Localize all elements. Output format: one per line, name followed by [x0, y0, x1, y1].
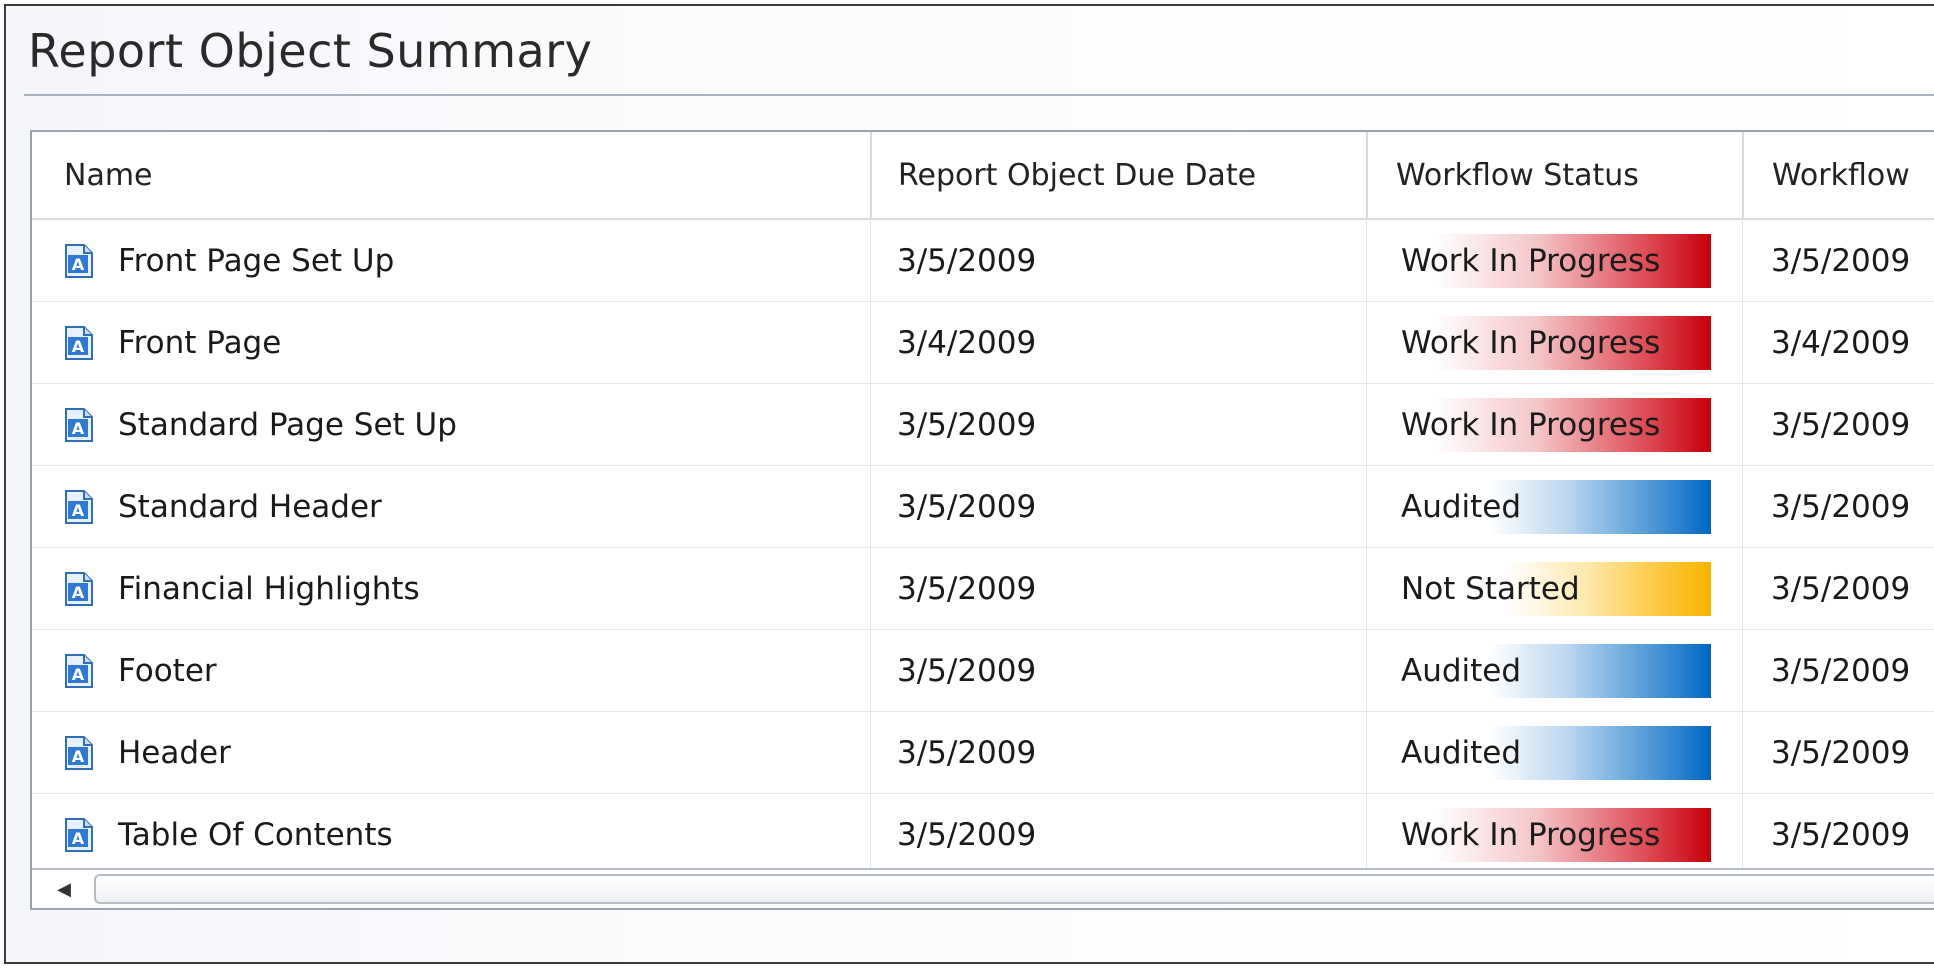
row-name[interactable]: Front Page: [118, 325, 281, 361]
workflow-status-badge: Not Started: [1395, 561, 1711, 616]
table-row[interactable]: A Header 3/5/2009 Audited 3/5/2009: [32, 712, 1934, 794]
svg-text:A: A: [72, 829, 85, 848]
table-row[interactable]: A Standard Page Set Up 3/5/2009 Work In …: [32, 384, 1934, 466]
horizontal-scrollbar[interactable]: ◀: [32, 868, 1934, 908]
row-workflow: 3/5/2009: [1742, 712, 1934, 793]
row-name-cell: A Table Of Contents: [32, 794, 870, 875]
row-due-date: 3/5/2009: [870, 466, 1366, 547]
row-name[interactable]: Header: [118, 735, 231, 771]
grid-header-row: Name Report Object Due Date Workflow Sta…: [32, 132, 1934, 220]
report-document-icon: A: [64, 407, 94, 443]
svg-text:A: A: [72, 665, 85, 684]
row-workflow: 3/4/2009: [1742, 302, 1934, 383]
svg-text:A: A: [72, 747, 85, 766]
report-document-icon: A: [64, 489, 94, 525]
table-row[interactable]: A Front Page 3/4/2009 Work In Progress 3…: [32, 302, 1934, 384]
scroll-left-arrow-icon[interactable]: ◀: [44, 874, 84, 904]
row-name[interactable]: Footer: [118, 653, 217, 689]
row-name[interactable]: Financial Highlights: [118, 571, 420, 607]
svg-text:A: A: [72, 501, 85, 520]
row-due-date: 3/4/2009: [870, 302, 1366, 383]
row-workflow: 3/5/2009: [1742, 794, 1934, 875]
row-name-cell: A Financial Highlights: [32, 548, 870, 629]
workflow-status-badge: Audited: [1395, 479, 1711, 534]
column-header-name[interactable]: Name: [32, 132, 870, 218]
row-name-cell: A Front Page: [32, 302, 870, 383]
column-header-due-date[interactable]: Report Object Due Date: [870, 132, 1366, 218]
row-name-cell: A Standard Header: [32, 466, 870, 547]
column-header-workflow[interactable]: Workflow: [1742, 132, 1934, 218]
report-document-icon: A: [64, 817, 94, 853]
panel-title: Report Object Summary: [28, 24, 593, 78]
row-name[interactable]: Front Page Set Up: [118, 243, 394, 279]
table-row[interactable]: A Footer 3/5/2009 Audited 3/5/2009: [32, 630, 1934, 712]
row-name[interactable]: Table Of Contents: [118, 817, 393, 853]
row-workflow: 3/5/2009: [1742, 466, 1934, 547]
report-document-icon: A: [64, 325, 94, 361]
scrollbar-thumb[interactable]: [94, 874, 1934, 904]
row-name[interactable]: Standard Header: [118, 489, 382, 525]
svg-text:A: A: [72, 583, 85, 602]
row-name-cell: A Standard Page Set Up: [32, 384, 870, 465]
table-row[interactable]: A Table Of Contents 3/5/2009 Work In Pro…: [32, 794, 1934, 876]
row-workflow: 3/5/2009: [1742, 548, 1934, 629]
title-divider: [24, 94, 1934, 96]
report-document-icon: A: [64, 571, 94, 607]
row-due-date: 3/5/2009: [870, 712, 1366, 793]
report-document-icon: A: [64, 243, 94, 279]
row-due-date: 3/5/2009: [870, 794, 1366, 875]
workflow-status-badge: Work In Progress: [1395, 315, 1711, 370]
workflow-status-badge: Audited: [1395, 643, 1711, 698]
svg-text:A: A: [72, 255, 85, 274]
row-name-cell: A Header: [32, 712, 870, 793]
svg-text:A: A: [72, 337, 85, 356]
report-object-summary-panel: Report Object Summary Name Report Object…: [4, 4, 1934, 964]
row-name-cell: A Front Page Set Up: [32, 220, 870, 301]
row-status-cell: Work In Progress: [1366, 384, 1742, 465]
row-workflow: 3/5/2009: [1742, 220, 1934, 301]
workflow-status-badge: Work In Progress: [1395, 807, 1711, 862]
column-header-workflow-status[interactable]: Workflow Status: [1366, 132, 1742, 218]
row-workflow: 3/5/2009: [1742, 630, 1934, 711]
row-status-cell: Work In Progress: [1366, 220, 1742, 301]
report-document-icon: A: [64, 653, 94, 689]
row-status-cell: Work In Progress: [1366, 794, 1742, 875]
row-status-cell: Audited: [1366, 712, 1742, 793]
row-name[interactable]: Standard Page Set Up: [118, 407, 457, 443]
row-status-cell: Audited: [1366, 466, 1742, 547]
row-status-cell: Audited: [1366, 630, 1742, 711]
row-status-cell: Not Started: [1366, 548, 1742, 629]
row-due-date: 3/5/2009: [870, 220, 1366, 301]
row-workflow: 3/5/2009: [1742, 384, 1934, 465]
report-object-grid: Name Report Object Due Date Workflow Sta…: [30, 130, 1934, 910]
row-status-cell: Work In Progress: [1366, 302, 1742, 383]
row-due-date: 3/5/2009: [870, 548, 1366, 629]
row-name-cell: A Footer: [32, 630, 870, 711]
svg-text:A: A: [72, 419, 85, 438]
workflow-status-badge: Work In Progress: [1395, 233, 1711, 288]
workflow-status-badge: Work In Progress: [1395, 397, 1711, 452]
workflow-status-badge: Audited: [1395, 725, 1711, 780]
table-row[interactable]: A Financial Highlights 3/5/2009 Not Star…: [32, 548, 1934, 630]
row-due-date: 3/5/2009: [870, 630, 1366, 711]
table-row[interactable]: A Front Page Set Up 3/5/2009 Work In Pro…: [32, 220, 1934, 302]
row-due-date: 3/5/2009: [870, 384, 1366, 465]
report-document-icon: A: [64, 735, 94, 771]
table-row[interactable]: A Standard Header 3/5/2009 Audited 3/5/2…: [32, 466, 1934, 548]
